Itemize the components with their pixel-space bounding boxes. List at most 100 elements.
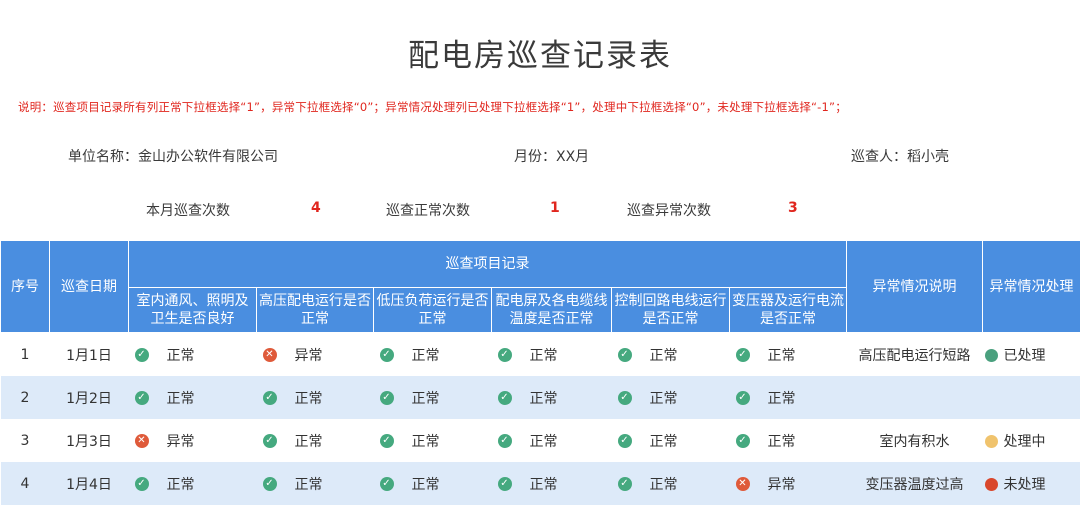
check-circle-icon: ✓ — [379, 433, 394, 448]
check-status-text: 正常 — [529, 476, 558, 493]
check-status-text: 正常 — [411, 390, 440, 407]
cell-check[interactable]: ✓ 正常 — [373, 376, 492, 419]
cell-check[interactable]: ✓ 正常 — [730, 419, 847, 462]
check-circle-icon: ✓ — [497, 390, 512, 405]
check-status-text: 正常 — [166, 390, 195, 407]
check-status-text: 正常 — [294, 390, 323, 407]
table-row: 3 1月3日 ✕ 异常 ✓ 正常 ✓ 正常 ✓ 正常 ✓ 正常 ✓ 正常 室内有积水 处理中 — [1, 419, 1080, 462]
cell-abnormal-desc: 变压器温度过高 — [846, 462, 983, 505]
header-item-cable-temp: 配电屏及各电缆线温度是否正常 — [491, 287, 612, 333]
cell-check[interactable]: ✓ 正常 — [257, 419, 374, 462]
cell-check[interactable]: ✓ 正常 — [374, 333, 492, 377]
header-item-ventilation: 室内通风、照明及卫生是否良好 — [128, 287, 257, 333]
cell-seq: 3 — [20, 432, 30, 449]
cell-handling[interactable]: 处理中 — [983, 419, 1080, 462]
cell-check[interactable]: ✓ 正常 — [374, 419, 492, 462]
check-status-text: 正常 — [767, 390, 796, 407]
cell-check[interactable]: ✓ 正常 — [491, 376, 612, 419]
cell-check[interactable]: ✓ 正常 — [256, 462, 374, 505]
handling-status-text: 已处理 — [1003, 347, 1046, 364]
cell-check[interactable]: ✕ 异常 — [257, 333, 374, 377]
unit-name: 单位名称：金山办公软件有限公司 — [68, 149, 278, 165]
check-circle-icon: ✓ — [735, 433, 750, 448]
header-item-hv: 高压配电运行是否正常 — [256, 287, 374, 333]
normal-count-value: 1 — [550, 200, 560, 216]
normal-count-label: 巡查正常次数 — [386, 203, 470, 219]
cell-check[interactable]: ✓ 正常 — [729, 376, 847, 419]
handling-status-text: 未处理 — [1003, 476, 1046, 493]
header-date: 巡查日期 — [49, 240, 129, 333]
check-status-text: 正常 — [649, 347, 678, 364]
inspector-field: 巡查人：稻小壳 — [851, 149, 949, 165]
check-status-text: 异常 — [294, 347, 323, 364]
cell-check[interactable]: ✓ 正常 — [730, 333, 847, 377]
cell-check[interactable]: ✓ 正常 — [611, 462, 730, 505]
check-status-text: 正常 — [166, 347, 195, 364]
check-circle-icon: ✓ — [134, 476, 149, 491]
header-item-transformer: 变压器及运行电流是否正常 — [728, 287, 848, 333]
check-status-text: 正常 — [649, 433, 678, 450]
check-circle-icon: ✓ — [735, 347, 750, 362]
header-inspection-items: 巡查项目记录 — [127, 240, 848, 288]
cell-check[interactable]: ✓ 正常 — [492, 419, 612, 462]
cell-seq: 2 — [0, 376, 50, 419]
cell-check[interactable]: ✓ 正常 — [256, 376, 374, 419]
check-circle-icon: ✓ — [134, 347, 149, 362]
table-row: 4 1月4日 ✓ 正常 ✓ 正常 ✓ 正常 ✓ 正常 ✓ 正常 ✕ 异常 变压器温度过高 未处理 — [0, 462, 1080, 505]
handling-status-text: 处理中 — [1003, 433, 1046, 450]
cell-handling[interactable] — [982, 376, 1080, 419]
total-inspections-label: 本月巡查次数 — [146, 203, 230, 219]
check-circle-icon: ✓ — [617, 433, 632, 448]
header-abnormal-desc: 异常情况说明 — [846, 240, 984, 333]
check-circle-icon: ✓ — [735, 390, 750, 405]
check-circle-icon: ✓ — [617, 347, 632, 362]
check-circle-icon: ✓ — [497, 476, 512, 491]
check-circle-icon: ✓ — [617, 390, 632, 405]
month-field: 月份：XX月 — [514, 149, 590, 165]
cell-handling[interactable]: 未处理 — [982, 462, 1080, 505]
check-circle-icon: ✓ — [262, 390, 277, 405]
cell-abnormal-desc: 室内有积水 — [879, 433, 950, 450]
cell-check[interactable]: ✓ 正常 — [373, 462, 492, 505]
check-status-text: 正常 — [411, 433, 440, 450]
table-row: 1 1月1日 ✓ 正常 ✕ 异常 ✓ 正常 ✓ 正常 ✓ 正常 ✓ 正常 高压配电运行短路 已处理 — [1, 333, 1080, 377]
status-dot-icon — [984, 478, 998, 491]
cell-check[interactable]: ✓ 正常 — [612, 333, 730, 377]
page-title: 配电房巡查记录表 — [408, 38, 672, 74]
check-status-text: 正常 — [294, 476, 323, 493]
status-dot-icon — [984, 349, 998, 362]
cell-check[interactable]: ✓ 正常 — [129, 333, 257, 377]
header-item-lv: 低压负荷运行是否正常 — [373, 287, 492, 333]
check-circle-icon: ✓ — [497, 433, 512, 448]
check-circle-icon: ✓ — [379, 476, 394, 491]
cell-check[interactable]: ✓ 正常 — [128, 376, 257, 419]
abnormal-count-value: 3 — [788, 200, 798, 216]
cell-seq: 1 — [20, 346, 30, 363]
cell-date: 1月1日 — [66, 347, 112, 364]
check-status-text: 正常 — [166, 476, 195, 493]
cell-check[interactable]: ✓ 正常 — [491, 462, 612, 505]
inspection-table: 序号 巡查日期 巡查项目记录 异常情况说明 异常情况处理 室内通风、照明及卫生是… — [0, 240, 1080, 505]
cell-check[interactable]: ✓ 正常 — [611, 376, 730, 419]
cross-circle-icon: ✕ — [262, 347, 277, 362]
check-circle-icon: ✓ — [617, 476, 632, 491]
cell-date: 1月4日 — [49, 462, 129, 505]
check-status-text: 正常 — [294, 433, 323, 450]
cell-check[interactable]: ✓ 正常 — [612, 419, 730, 462]
check-status-text: 正常 — [411, 347, 440, 364]
cell-date: 1月3日 — [66, 433, 112, 450]
cell-check[interactable]: ✓ 正常 — [492, 333, 612, 377]
table-row: 2 1月2日 ✓ 正常 ✓ 正常 ✓ 正常 ✓ 正常 ✓ 正常 ✓ 正常 — [0, 376, 1080, 419]
cross-circle-icon: ✕ — [134, 433, 149, 448]
cross-circle-icon: ✕ — [735, 476, 750, 491]
cell-check[interactable]: ✓ 正常 — [128, 462, 257, 505]
check-circle-icon: ✓ — [379, 390, 394, 405]
header-seq: 序号 — [0, 240, 50, 333]
cell-handling[interactable]: 已处理 — [983, 333, 1080, 377]
cell-abnormal-desc — [846, 376, 983, 419]
header-item-control-circuit: 控制回路电线运行是否正常 — [611, 287, 730, 333]
check-circle-icon: ✓ — [497, 347, 512, 362]
check-status-text: 正常 — [529, 347, 558, 364]
cell-check[interactable]: ✕ 异常 — [129, 419, 257, 462]
cell-check[interactable]: ✕ 异常 — [729, 462, 847, 505]
